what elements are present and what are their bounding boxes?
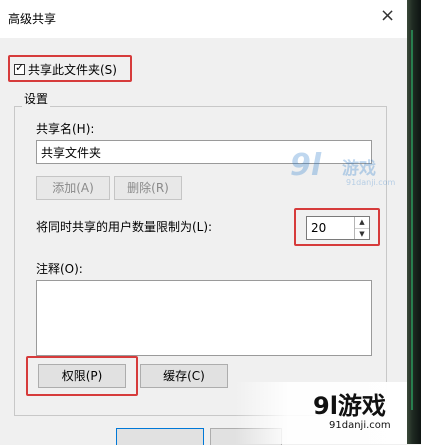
permissions-button[interactable]: 权限(P) xyxy=(38,364,126,388)
watermark-logo-bottom: 9l游戏 91danji.com xyxy=(235,382,407,444)
window-title: 高级共享 xyxy=(8,12,57,26)
share-folder-checkbox-row[interactable]: 共享此文件夹(S) xyxy=(14,60,117,78)
comment-textarea[interactable] xyxy=(36,280,372,356)
spin-down-icon[interactable]: ▼ xyxy=(355,229,369,240)
share-name-label: 共享名(H): xyxy=(36,122,95,136)
user-limit-spinner[interactable]: 20 ▲ ▼ xyxy=(306,216,370,240)
ok-button-partial[interactable] xyxy=(116,428,204,445)
comment-label: 注释(O): xyxy=(36,262,83,276)
background-window-edge xyxy=(407,0,421,444)
title-bar: 高级共享 × xyxy=(0,0,407,38)
add-button[interactable]: 添加(A) xyxy=(36,176,110,200)
settings-group-title: 设置 xyxy=(22,90,51,107)
user-limit-label: 将同时共享的用户数量限制为(L): xyxy=(36,220,213,234)
share-name-value: 共享文件夹 xyxy=(41,146,102,160)
remove-button[interactable]: 删除(R) xyxy=(114,176,182,200)
share-folder-checkbox-label: 共享此文件夹(S) xyxy=(28,62,117,77)
close-icon[interactable]: × xyxy=(380,6,395,26)
watermark-logo-top: 9l 游戏 91danji.com xyxy=(290,148,396,187)
user-limit-value: 20 xyxy=(311,221,327,235)
cache-button[interactable]: 缓存(C) xyxy=(140,364,228,388)
share-folder-checkbox[interactable] xyxy=(14,61,25,75)
spin-up-icon[interactable]: ▲ xyxy=(355,217,369,229)
